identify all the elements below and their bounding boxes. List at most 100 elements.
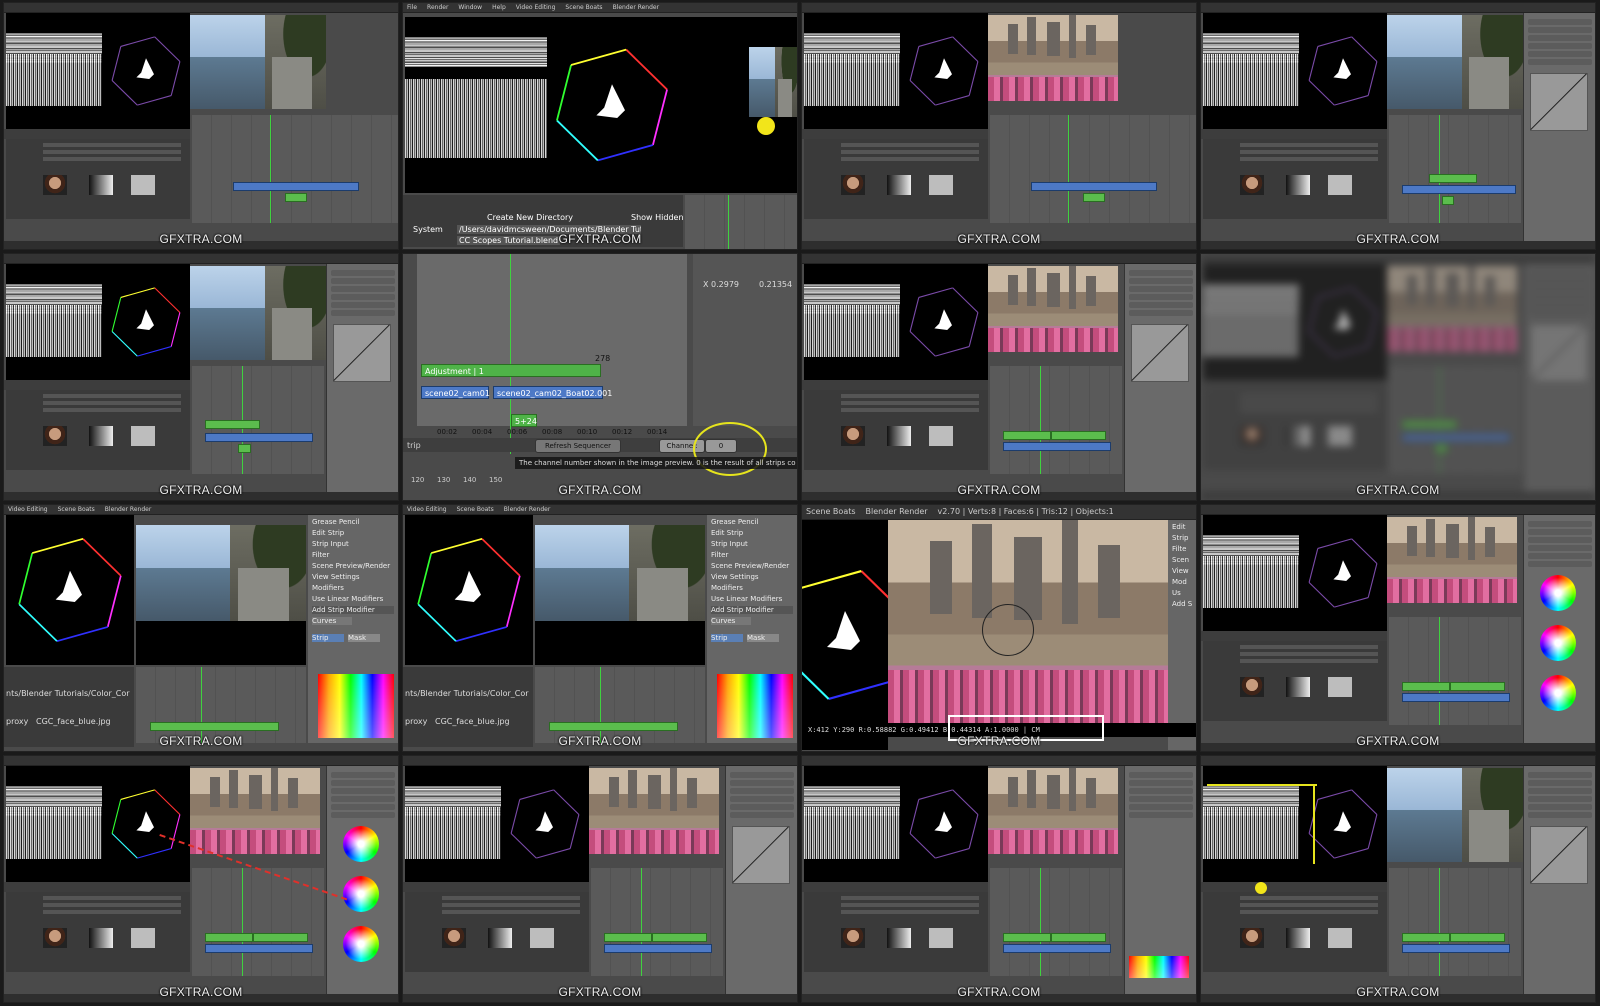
properties-panel[interactable] (1523, 515, 1595, 743)
file-browser[interactable] (1203, 892, 1387, 972)
thumbnail-gradient[interactable] (1285, 677, 1310, 697)
layout-selector[interactable]: Video Editing (8, 506, 48, 513)
color-wheel[interactable] (1540, 625, 1576, 661)
thumbnail-gradient[interactable] (886, 426, 911, 446)
sidebar-panel-header[interactable]: Edit Strip (711, 529, 797, 537)
sequence-strip[interactable] (1441, 196, 1455, 205)
thumbnail-face[interactable] (42, 928, 67, 948)
properties-panel[interactable] (725, 766, 797, 994)
playhead[interactable] (1439, 868, 1441, 976)
sidebar-panel-header[interactable]: Filte (1172, 545, 1196, 553)
sequence-strip[interactable] (1402, 185, 1517, 195)
sequence-strip[interactable] (1402, 681, 1451, 691)
thumbnail-face[interactable] (42, 175, 67, 195)
sidebar-panel-header[interactable]: View Settings (312, 573, 398, 581)
sequencer-timeline[interactable] (1389, 366, 1521, 474)
sequence-strip[interactable] (1428, 174, 1477, 184)
file-browser[interactable] (6, 390, 190, 470)
sequence-strip[interactable] (1449, 932, 1505, 942)
sidebar-panel-header[interactable]: Scen (1172, 556, 1196, 564)
thumbnail-face[interactable] (840, 928, 865, 948)
thumbnail-face[interactable] (840, 175, 865, 195)
use-checkbox[interactable]: Us (1172, 589, 1196, 597)
playhead[interactable] (1439, 115, 1441, 223)
sequencer-timeline[interactable] (136, 667, 306, 743)
thumbnail-gray[interactable] (1328, 426, 1353, 446)
sequence-strip[interactable] (205, 932, 254, 942)
properties-panel[interactable] (326, 766, 398, 994)
sequencer-timeline[interactable] (990, 366, 1122, 474)
sequencer-timeline[interactable] (417, 254, 687, 426)
sidebar-panel-header[interactable]: Modifiers (312, 584, 398, 592)
layout-selector[interactable]: Video Editing (407, 506, 447, 513)
sidebar-panel-header[interactable]: Grease Pencil (711, 518, 797, 526)
curves-widget[interactable] (1131, 324, 1189, 382)
file-browser[interactable] (1203, 641, 1387, 721)
refresh-sequencer-button[interactable]: Refresh Sequencer (535, 439, 621, 453)
thumbnail-face[interactable] (1239, 426, 1264, 446)
create-new-directory-button[interactable]: Create New Directory (487, 213, 573, 222)
sequence-strip[interactable] (1082, 192, 1106, 202)
sequence-strip[interactable] (604, 943, 712, 953)
curves-widget[interactable] (1530, 73, 1588, 131)
thumbnail-face[interactable] (840, 426, 865, 446)
cursor-y-field[interactable]: 0.21354 (759, 280, 792, 289)
modifier-name[interactable]: Curves (312, 617, 352, 625)
curves-widget[interactable] (1530, 826, 1588, 884)
sequence-strip[interactable] (1402, 420, 1457, 429)
properties-panel[interactable] (1523, 13, 1595, 241)
sequence-strip[interactable] (1003, 441, 1111, 451)
thumbnail-gradient[interactable] (88, 928, 113, 948)
sequence-strip[interactable] (1003, 430, 1052, 440)
cursor-x-field[interactable]: X 0.2979 (703, 280, 739, 289)
sidebar-panel-header[interactable]: Scene Preview/Render (711, 562, 797, 570)
thumbnail-gradient[interactable] (88, 175, 113, 195)
menu-item[interactable]: File (407, 4, 417, 11)
sequence-strip[interactable] (604, 932, 653, 942)
sidebar-panel-header[interactable]: Filter (312, 551, 398, 559)
cam02-strip[interactable]: scene02_cam02_Boat02.001 (493, 386, 612, 399)
properties-panel[interactable] (1124, 766, 1196, 994)
cam01-strip[interactable]: scene02_cam01 (421, 386, 490, 399)
sequencer-sidebar[interactable]: Grease Pencil Edit Strip Strip Input Filter… (308, 515, 398, 743)
thumbnail-gradient[interactable] (1285, 175, 1310, 195)
sidebar-panel-header[interactable]: View (1172, 567, 1196, 575)
mask-tab[interactable]: Mask (348, 634, 380, 642)
file-name[interactable]: CGC_face_blue.jpg (36, 717, 111, 726)
file-browser[interactable] (6, 139, 190, 219)
playhead[interactable] (599, 667, 601, 743)
sequence-strip[interactable] (1050, 430, 1106, 440)
thumbnail-gradient[interactable] (88, 426, 113, 446)
thumbnail-gray[interactable] (131, 426, 156, 446)
add-modifier-button[interactable]: Add S (1172, 600, 1196, 608)
render-engine-selector[interactable]: Blender Render (105, 506, 152, 513)
strip-tab[interactable]: Strip (312, 634, 344, 642)
sequence-strip[interactable] (1031, 181, 1157, 191)
sequence-strip[interactable] (284, 192, 308, 202)
use-linear-modifiers-checkbox[interactable]: Use Linear Modifiers (711, 595, 797, 603)
file-browser[interactable] (6, 892, 190, 972)
sequence-strip[interactable] (252, 932, 308, 942)
hue-correct-widget[interactable] (717, 674, 793, 738)
file-browser[interactable] (804, 139, 988, 219)
sidebar-panel-header[interactable]: Grease Pencil (312, 518, 398, 526)
strip-menu[interactable]: trip (407, 441, 421, 450)
scene-selector[interactable]: Scene Boats (565, 4, 602, 11)
thumbnail-gradient[interactable] (1285, 426, 1310, 446)
menu-item[interactable]: Render (427, 4, 448, 11)
thumbnail-gray[interactable] (131, 928, 156, 948)
thumbnail-gray[interactable] (1328, 677, 1353, 697)
render-engine-selector[interactable]: Blender Render (613, 4, 660, 11)
file-browser[interactable] (1203, 390, 1387, 470)
show-hidden-toggle[interactable]: Show Hidden (631, 213, 684, 222)
curves-widget[interactable] (732, 826, 790, 884)
mask-tab[interactable]: Mask (747, 634, 779, 642)
thumbnail-gray[interactable] (530, 928, 555, 948)
sequence-strip[interactable] (205, 943, 313, 953)
sequencer-timeline[interactable] (591, 868, 723, 976)
add-strip-modifier-button[interactable]: Add Strip Modifier (711, 606, 793, 614)
sequence-strip[interactable] (1449, 681, 1505, 691)
sequence-strip[interactable] (1003, 932, 1052, 942)
thumbnail-face[interactable] (1239, 677, 1264, 697)
sequencer-timeline[interactable] (192, 366, 324, 474)
